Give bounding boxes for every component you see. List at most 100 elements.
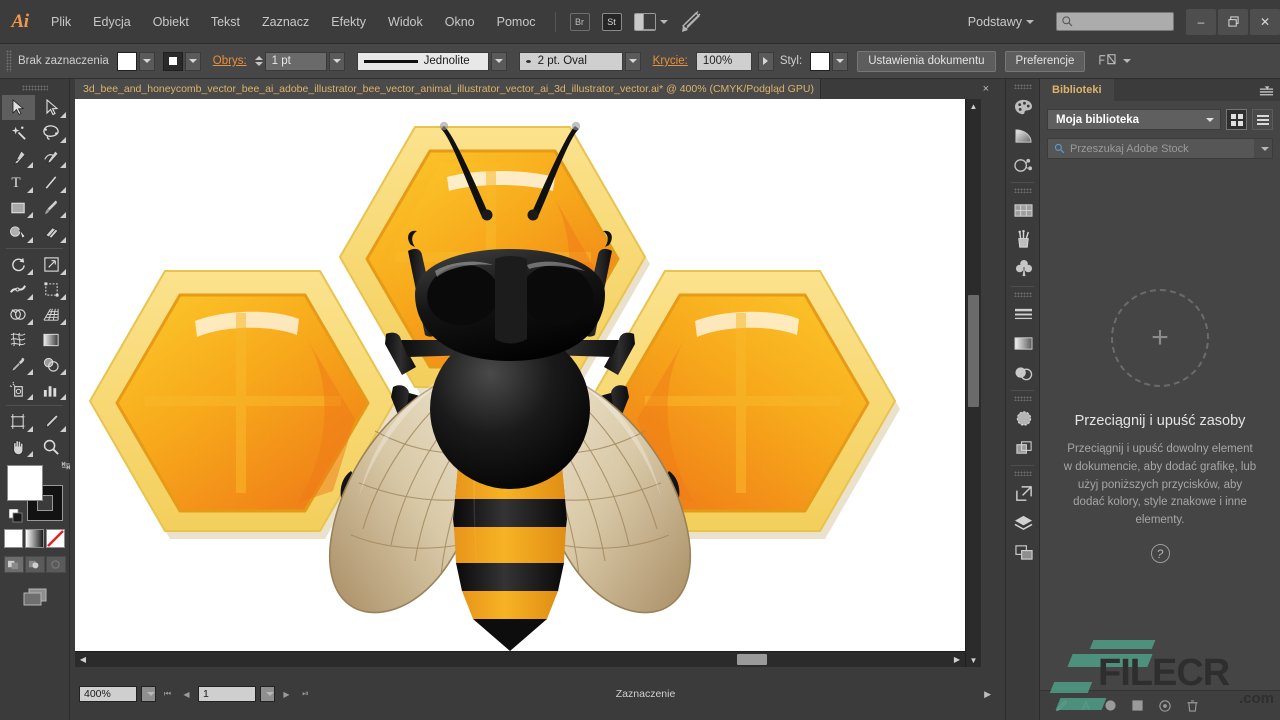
stock-icon[interactable]: St [602,13,622,31]
next-artboard-button[interactable]: ▶ [279,686,294,702]
scroll-up-arrow[interactable]: ▲ [966,99,981,113]
dock-grip[interactable] [1014,188,1032,193]
dock-grip[interactable] [1014,396,1032,401]
document-setup-button[interactable]: Ustawienia dokumentu [857,51,995,72]
transparency-panel-icon[interactable] [1006,358,1041,387]
canvas-vertical-scrollbar[interactable]: ▲ ▼ [965,99,981,667]
artboards-panel-icon[interactable] [1006,537,1041,566]
bridge-icon[interactable]: Br [570,13,590,31]
stroke-dropdown[interactable] [185,52,201,71]
none-mode-button[interactable] [46,529,65,548]
mesh-tool[interactable] [2,327,35,352]
canvas-horizontal-scrollbar[interactable]: ◀ ▶ [75,651,981,667]
add-character-style-button[interactable]: A [1082,699,1090,713]
shaper-tool[interactable] [2,220,35,245]
scroll-down-arrow[interactable]: ▼ [966,653,981,667]
document-tab[interactable]: 3d_bee_and_honeycomb_vector_bee_ai_adobe… [75,79,821,99]
stroke-panel-icon[interactable] [1006,300,1041,329]
status-menu-arrow[interactable]: ▶ [978,689,997,700]
width-profile-select[interactable]: 2 pt. Oval [519,52,623,71]
gradient-panel-icon[interactable] [1006,121,1041,150]
pathfinder-panel-icon[interactable] [1006,433,1041,462]
brushes-panel-icon[interactable] [1006,225,1041,254]
rectangle-tool[interactable] [2,195,35,220]
menu-object[interactable]: Obiekt [142,0,200,44]
stroke-color-swatch[interactable] [163,52,183,71]
menu-select[interactable]: Zaznacz [251,0,320,44]
list-view-button[interactable] [1252,109,1273,130]
color-guide-panel-icon[interactable] [1006,150,1041,179]
blend-tool[interactable] [35,352,68,377]
fill-color-box[interactable] [7,465,43,501]
appearance-panel-icon[interactable] [1006,404,1041,433]
close-button[interactable]: ✕ [1250,9,1280,35]
gradient2-panel-icon[interactable] [1006,329,1041,358]
menu-type[interactable]: Tekst [200,0,251,44]
lasso-tool[interactable] [35,120,68,145]
curvature-tool[interactable] [35,145,68,170]
menu-window[interactable]: Okno [434,0,486,44]
fill-color-swatch[interactable] [117,52,137,71]
help-button[interactable]: ? [1040,544,1280,563]
panel-menu-icon[interactable] [1259,84,1274,102]
menu-view[interactable]: Widok [377,0,434,44]
stroke-label[interactable]: Obrys: [213,55,247,67]
stock-search-field[interactable]: Przeszukaj Adobe Stock [1047,138,1273,159]
stock-search-dropdown[interactable] [1254,139,1272,158]
opacity-field[interactable]: 100% [696,52,752,71]
stroke-style-dropdown[interactable] [491,52,507,71]
eraser-tool[interactable] [35,220,68,245]
stroke-weight-dropdown[interactable] [329,52,345,71]
artboard-number-field[interactable]: 1 [198,686,256,702]
minimize-button[interactable]: – [1186,9,1216,35]
perspective-grid-tool[interactable] [35,302,68,327]
document-tab-close-icon[interactable]: × [983,83,989,95]
symbol-sprayer-tool[interactable] [2,377,35,402]
line-segment-tool[interactable] [35,170,68,195]
search-input[interactable] [1056,12,1174,31]
menu-effect[interactable]: Efekty [320,0,377,44]
control-bar-grip[interactable] [6,50,12,72]
artboard-tool[interactable] [2,409,35,434]
tools-panel-grip[interactable] [22,85,48,91]
add-graphic-button[interactable] [1054,699,1068,713]
magic-wand-tool[interactable] [2,120,35,145]
menu-edit[interactable]: Edycja [82,0,142,44]
arrange-documents-button[interactable] [634,13,668,31]
grid-view-button[interactable] [1226,109,1247,130]
dock-grip[interactable] [1014,84,1032,89]
slice-tool[interactable] [35,409,68,434]
vertical-scroll-thumb[interactable] [968,295,979,407]
width-profile-dropdown[interactable] [625,52,641,71]
scroll-left-arrow[interactable]: ◀ [75,652,91,667]
last-artboard-button[interactable]: ⏯ [298,686,313,702]
delete-button[interactable] [1186,699,1199,713]
swap-fill-stroke-icon[interactable]: ↹ [61,459,70,472]
library-select[interactable]: Moja biblioteka [1047,109,1221,130]
fill-dropdown[interactable] [139,52,155,71]
stroke-weight-field[interactable]: 1 pt [265,52,327,71]
gradient-mode-button[interactable] [25,529,44,548]
horizontal-scroll-thumb[interactable] [737,654,767,665]
menu-help[interactable]: Pomoc [486,0,547,44]
add-color-button[interactable] [1104,699,1117,712]
hand-tool[interactable] [2,434,35,459]
draw-behind-button[interactable] [25,556,45,573]
workspace-switcher[interactable]: Podstawy [960,15,1042,29]
selection-tool[interactable] [2,95,35,120]
restore-button[interactable] [1218,9,1248,35]
scale-tool[interactable] [35,252,68,277]
width-tool[interactable] [2,277,35,302]
color-panel-icon[interactable] [1006,92,1041,121]
stroke-weight-stepper[interactable] [255,56,263,66]
screen-mode-button[interactable] [0,587,69,607]
artboard-dropdown[interactable] [260,686,275,702]
eyedropper-tool[interactable] [2,352,35,377]
zoom-level-dropdown[interactable] [141,686,156,702]
drop-zone[interactable]: + [1111,289,1209,387]
direct-selection-tool[interactable] [35,95,68,120]
illustrator-brush-icon[interactable] [680,10,704,34]
symbols-panel-icon[interactable] [1006,254,1041,283]
draw-normal-button[interactable] [4,556,24,573]
chevron-down-icon[interactable] [1123,59,1131,63]
